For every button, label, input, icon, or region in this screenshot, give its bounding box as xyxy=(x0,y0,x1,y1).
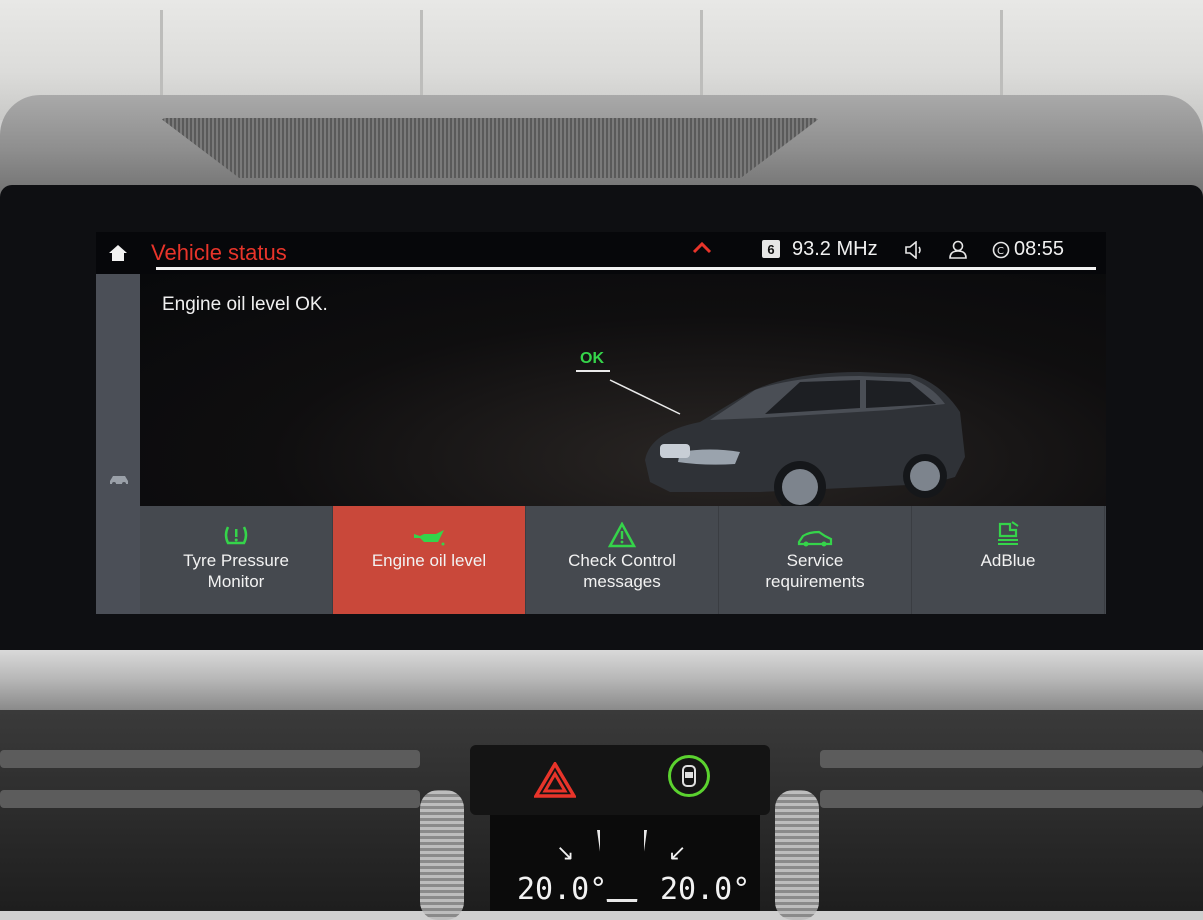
vent-knob-left[interactable] xyxy=(420,790,464,920)
radio-frequency: 93.2 MHz xyxy=(792,238,878,260)
status-message: Engine oil level OK. xyxy=(162,294,328,315)
radio-preset-badge: 6 xyxy=(762,240,780,258)
oil-can-icon xyxy=(412,520,446,548)
speaker-grille xyxy=(160,118,820,178)
hazard-triangle-icon xyxy=(534,762,576,798)
car-icon xyxy=(108,472,130,491)
vent-knob-right[interactable] xyxy=(775,790,819,920)
tab-label: Check Control messages xyxy=(568,551,676,591)
header-divider xyxy=(156,267,1096,270)
tab-engine-oil-level[interactable]: Engine oil level xyxy=(333,506,526,614)
left-temperature: 20.0° xyxy=(517,872,608,907)
chevron-up-icon[interactable] xyxy=(692,240,712,259)
tab-adblue[interactable]: AdBlue xyxy=(912,506,1105,614)
seat-airflow-icon: ↙ xyxy=(668,840,687,865)
air-vent xyxy=(0,750,420,768)
warning-triangle-icon xyxy=(608,520,636,548)
clock: 08:55 xyxy=(1014,238,1065,260)
park-distance-icon xyxy=(682,765,696,787)
user-profile-icon xyxy=(948,240,968,265)
connected-drive-icon: C xyxy=(992,241,1012,264)
right-temperature: 20.0° xyxy=(660,872,751,907)
vehicle-status-tabs: Tyre Pressure Monitor Engine oil level C… xyxy=(140,506,1106,614)
hazard-button[interactable] xyxy=(532,760,578,800)
svg-text:C: C xyxy=(997,246,1004,257)
adblue-icon xyxy=(994,520,1022,548)
button-panel xyxy=(470,745,770,815)
volume-icon xyxy=(904,240,924,264)
tab-label: Tyre Pressure Monitor xyxy=(183,551,289,591)
air-vent xyxy=(820,790,1203,808)
status-bar: Vehicle status 6 93.2 MHz C 08:55 xyxy=(96,232,1106,268)
home-icon[interactable] xyxy=(108,244,128,267)
tab-tyre-pressure-monitor[interactable]: Tyre Pressure Monitor xyxy=(140,506,333,614)
tab-label: Engine oil level xyxy=(371,551,487,570)
car-service-icon xyxy=(797,520,833,548)
air-vent xyxy=(0,790,420,808)
seat-airflow-icon: ↘ xyxy=(556,840,575,865)
tab-label: AdBlue xyxy=(980,551,1036,570)
side-menu-strip[interactable] xyxy=(96,274,140,614)
air-vent xyxy=(820,750,1203,768)
tab-label: Service requirements xyxy=(765,551,865,591)
chrome-trim xyxy=(0,650,1203,710)
park-assist-button[interactable] xyxy=(668,755,710,797)
tab-service-requirements[interactable]: Service requirements xyxy=(719,506,912,614)
infotainment-screen: Vehicle status 6 93.2 MHz C 08:55 Engine… xyxy=(96,232,1106,614)
tab-check-control-messages[interactable]: Check Control messages xyxy=(526,506,719,614)
vehicle-status-panel: Engine oil level OK. OK xyxy=(140,274,1106,512)
page-title: Vehicle status xyxy=(151,240,287,265)
car-image xyxy=(609,372,965,512)
tyre-pressure-icon xyxy=(223,520,249,548)
